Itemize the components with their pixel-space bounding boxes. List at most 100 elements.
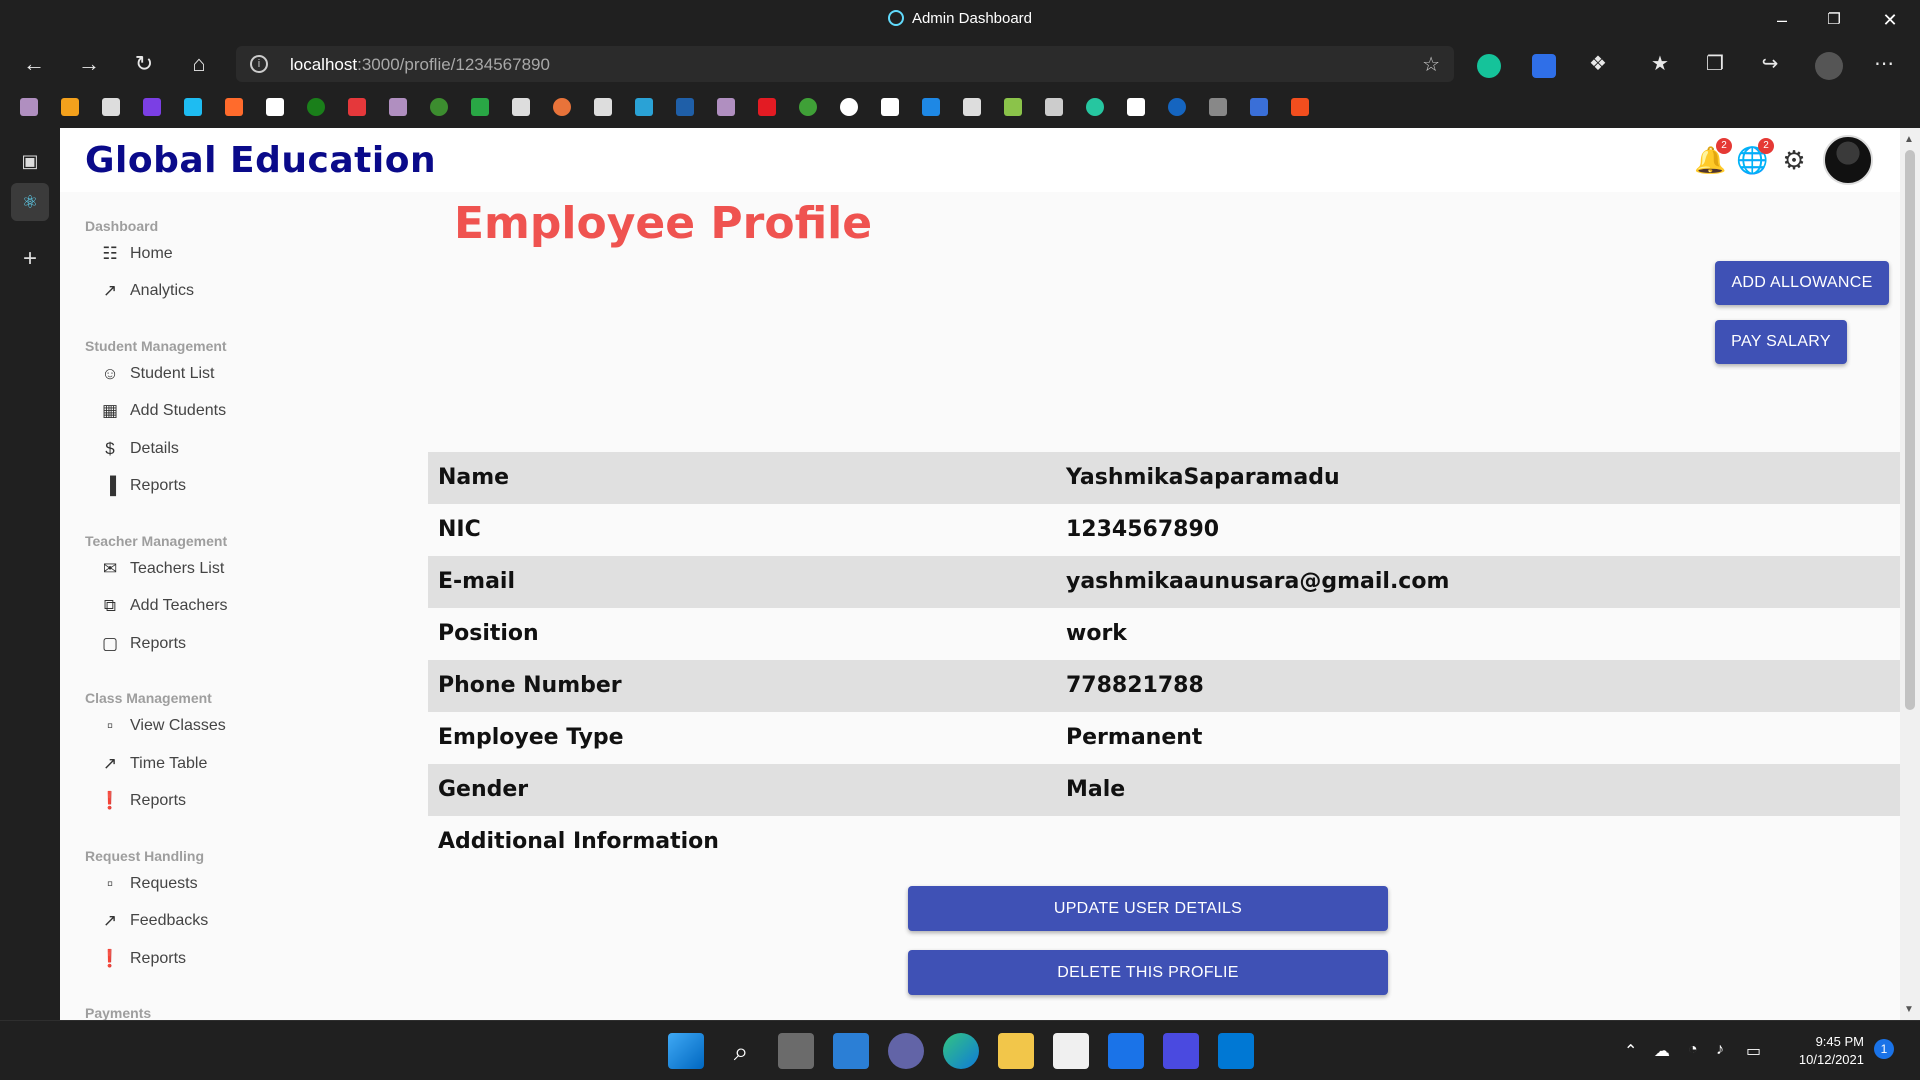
profile-avatar[interactable] xyxy=(1815,52,1843,80)
sidebar-item-student-list[interactable]: ☺ Student List xyxy=(98,361,214,387)
bookmark-icon[interactable] xyxy=(102,98,120,116)
home-button[interactable]: ⌂ xyxy=(181,46,217,82)
minimize-button[interactable]: – xyxy=(1754,0,1810,40)
bookmark-icon[interactable] xyxy=(553,98,571,116)
file-explorer-icon[interactable] xyxy=(998,1033,1034,1069)
scroll-down-icon[interactable]: ▼ xyxy=(1904,1004,1914,1015)
bookmark-icon[interactable] xyxy=(922,98,940,116)
sidebar-item-home[interactable]: ☷ Home xyxy=(98,241,172,267)
notification-center-badge[interactable]: 1 xyxy=(1874,1039,1894,1059)
collections-icon[interactable]: ❐ xyxy=(1697,46,1733,82)
grammarly-extension-icon[interactable] xyxy=(1477,54,1501,78)
volume-icon[interactable]: ♪ xyxy=(1716,1041,1724,1059)
github-bookmark-icon[interactable] xyxy=(840,98,858,116)
sidebar-item-add-students[interactable]: ▦ Add Students xyxy=(98,398,226,424)
microsoft-store-icon[interactable] xyxy=(1053,1033,1089,1069)
edge-browser-icon[interactable] xyxy=(943,1033,979,1069)
sidebar-item-request-reports[interactable]: ❗ Reports xyxy=(98,946,186,972)
bookmark-icon[interactable] xyxy=(717,98,735,116)
bookmark-icon[interactable] xyxy=(307,98,325,116)
bookmark-icon[interactable] xyxy=(430,98,448,116)
page-scrollbar[interactable]: ▲ ▼ xyxy=(1900,128,1920,1020)
system-clock[interactable]: 9:45 PM 10/12/2021 xyxy=(1784,1033,1864,1069)
back-button[interactable]: ← xyxy=(16,46,52,82)
notifications-icon[interactable]: 🔔 2 xyxy=(1694,138,1732,176)
bookmark-icon[interactable] xyxy=(758,98,776,116)
language-icon[interactable]: 🌐 2 xyxy=(1736,138,1774,176)
bookmark-icon[interactable] xyxy=(184,98,202,116)
extension-icon[interactable] xyxy=(1532,54,1556,78)
bookmark-icon[interactable] xyxy=(512,98,530,116)
add-allowance-button[interactable]: ADD ALLOWANCE xyxy=(1715,261,1889,305)
vscode-icon[interactable] xyxy=(1218,1033,1254,1069)
bookmark-icon[interactable] xyxy=(881,98,899,116)
sidebar-item-student-reports[interactable]: ▐ Reports xyxy=(98,473,186,499)
show-hidden-icons-icon[interactable]: ⌃ xyxy=(1624,1041,1637,1061)
bookmark-icon[interactable] xyxy=(676,98,694,116)
start-windows-icon[interactable] xyxy=(668,1033,704,1069)
sidebar-item-teacher-reports[interactable]: ▢ Reports xyxy=(98,631,186,657)
scrollbar-thumb[interactable] xyxy=(1905,150,1915,710)
settings-gear-icon[interactable]: ⚙ xyxy=(1778,144,1810,176)
extensions-puzzle-icon[interactable]: ❖ xyxy=(1580,46,1616,82)
url-text[interactable]: localhost:3000/proflie/1234567890 xyxy=(290,55,550,75)
sidebar-item-analytics[interactable]: ↗ Analytics xyxy=(98,278,194,304)
brand-logo[interactable]: Global Education xyxy=(85,140,436,181)
restore-button[interactable]: ❐ xyxy=(1806,0,1862,40)
refresh-button[interactable]: ↻ xyxy=(126,46,162,82)
weather-icon[interactable]: ☁ xyxy=(1654,1041,1670,1061)
share-icon[interactable]: ↪ xyxy=(1752,46,1788,82)
sidebar-item-time-table[interactable]: ↗ Time Table xyxy=(98,751,208,777)
favorites-icon[interactable]: ★ xyxy=(1642,46,1678,82)
bookmark-icon[interactable] xyxy=(1004,98,1022,116)
bookmark-icon[interactable] xyxy=(1168,98,1186,116)
wifi-icon[interactable]: ◔ xyxy=(1688,1041,1698,1059)
figma-bookmark-icon[interactable] xyxy=(1291,98,1309,116)
bookmark-icon[interactable] xyxy=(963,98,981,116)
teams-chat-icon[interactable] xyxy=(888,1033,924,1069)
address-bar[interactable]: i localhost:3000/proflie/1234567890 ☆ xyxy=(236,46,1454,82)
bookmark-icon[interactable] xyxy=(1127,98,1145,116)
bookmark-icon[interactable] xyxy=(635,98,653,116)
add-favorite-icon[interactable]: ☆ xyxy=(1422,52,1440,77)
battery-icon[interactable]: ▭ xyxy=(1746,1041,1761,1061)
pay-salary-button[interactable]: PAY SALARY xyxy=(1715,320,1847,364)
bookmark-icon[interactable] xyxy=(266,98,284,116)
site-info-icon[interactable]: i xyxy=(250,55,268,73)
update-user-details-button[interactable]: UPDATE USER DETAILS xyxy=(908,886,1388,931)
user-avatar[interactable] xyxy=(1823,135,1873,185)
bookmark-icon[interactable] xyxy=(594,98,612,116)
forward-button[interactable]: → xyxy=(71,46,107,82)
bookmark-icon[interactable] xyxy=(225,98,243,116)
bookmark-icon[interactable] xyxy=(1209,98,1227,116)
delete-profile-button[interactable]: DELETE THIS PROFLIE xyxy=(908,950,1388,995)
bookmark-icon[interactable] xyxy=(61,98,79,116)
active-tab-react-icon[interactable]: ⚛ xyxy=(11,183,49,221)
search-icon[interactable]: ⌕ xyxy=(723,1033,759,1069)
scroll-up-icon[interactable]: ▲ xyxy=(1904,134,1914,145)
sidebar-item-details[interactable]: $ Details xyxy=(98,436,179,462)
bookmark-icon[interactable] xyxy=(1250,98,1268,116)
app-icon[interactable] xyxy=(1163,1033,1199,1069)
mail-icon[interactable] xyxy=(1108,1033,1144,1069)
widgets-icon[interactable] xyxy=(833,1033,869,1069)
sidebar-item-add-teachers[interactable]: ⧉ Add Teachers xyxy=(98,593,228,619)
bookmark-icon[interactable] xyxy=(799,98,817,116)
close-window-button[interactable]: ✕ xyxy=(1862,0,1918,40)
bookmark-icon[interactable] xyxy=(20,98,38,116)
new-tab-icon[interactable]: + xyxy=(11,240,49,278)
sidebar-item-teachers-list[interactable]: ✉ Teachers List xyxy=(98,556,224,582)
bookmark-icon[interactable] xyxy=(389,98,407,116)
bookmark-icon[interactable] xyxy=(1045,98,1063,116)
sidebar-item-requests[interactable]: ▫ Requests xyxy=(98,871,198,897)
bookmark-icon[interactable] xyxy=(143,98,161,116)
more-menu-icon[interactable]: ⋯ xyxy=(1866,46,1902,82)
sidebar-item-class-reports[interactable]: ❗ Reports xyxy=(98,788,186,814)
task-view-icon[interactable] xyxy=(778,1033,814,1069)
bookmark-icon[interactable] xyxy=(1086,98,1104,116)
tab-actions-icon[interactable]: ▣ xyxy=(11,142,49,180)
sidebar-item-view-classes[interactable]: ▫ View Classes xyxy=(98,713,226,739)
sidebar-item-feedbacks[interactable]: ↗ Feedbacks xyxy=(98,908,208,934)
bookmark-icon[interactable] xyxy=(348,98,366,116)
bookmark-icon[interactable] xyxy=(471,98,489,116)
